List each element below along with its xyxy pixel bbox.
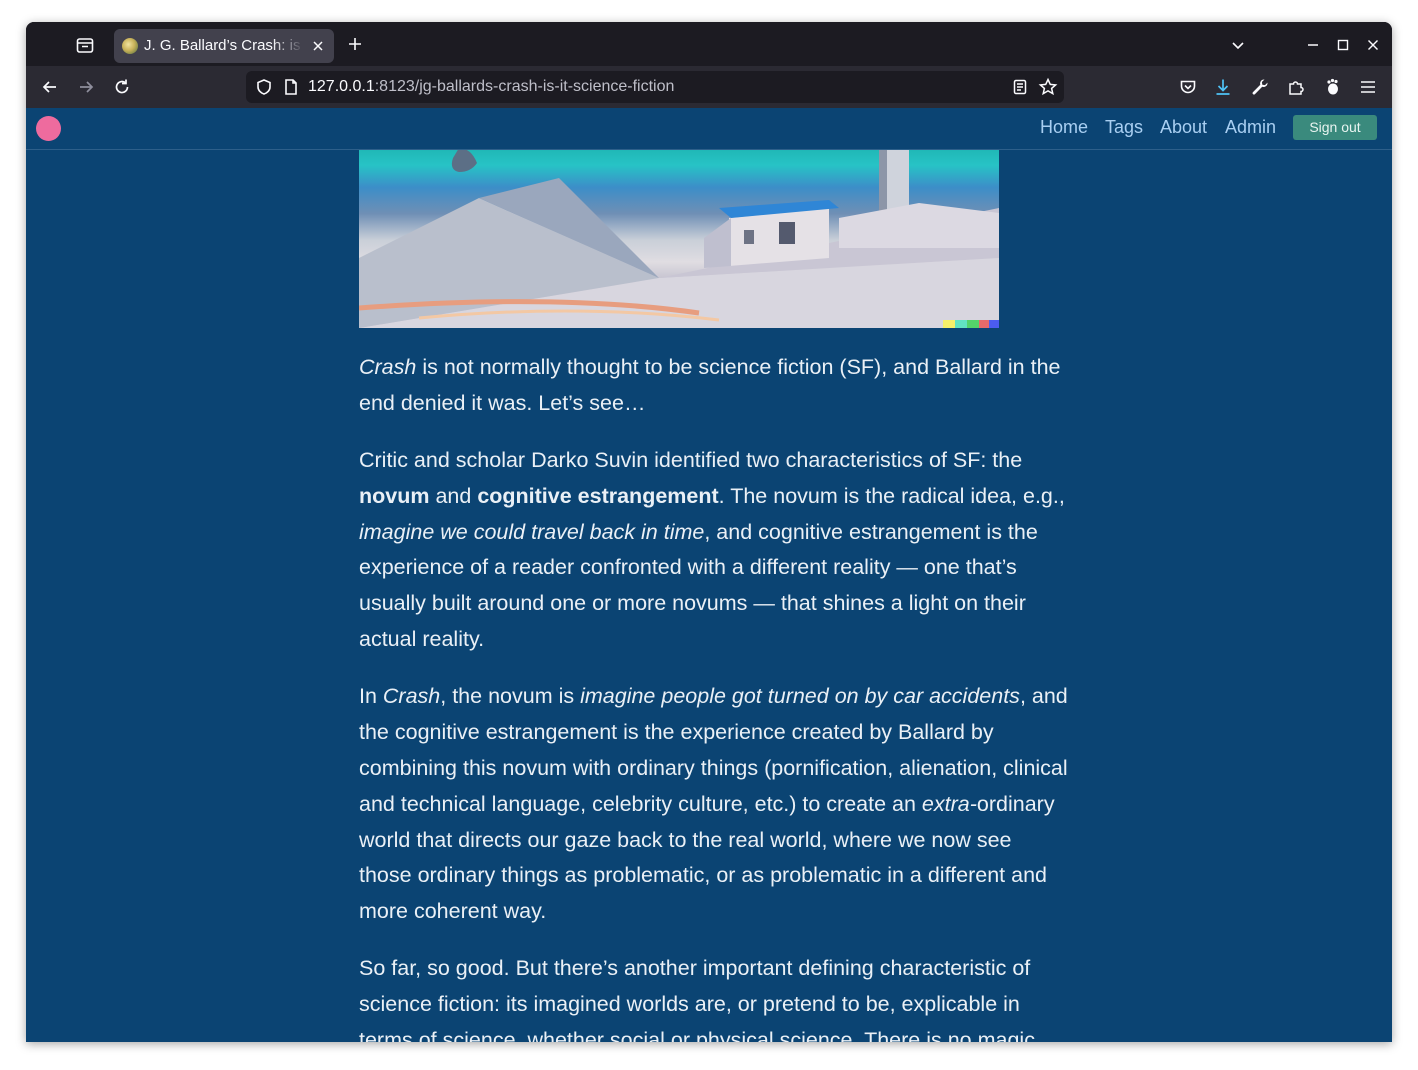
new-tab-icon[interactable] xyxy=(346,35,364,53)
paragraph-2: Critic and scholar Darko Suvin identifie… xyxy=(359,443,1069,658)
pocket-icon[interactable] xyxy=(1178,77,1198,97)
text: So far, so good. But there’s another imp… xyxy=(359,956,1035,1042)
gnome-foot-icon[interactable] xyxy=(1322,77,1342,97)
book-title: Crash xyxy=(359,355,417,379)
site-logo[interactable] xyxy=(36,116,61,141)
back-arrow-icon[interactable] xyxy=(40,77,60,97)
text: is not normally thought to be science fi… xyxy=(359,355,1061,415)
download-icon[interactable] xyxy=(1213,77,1233,97)
text: In xyxy=(359,684,383,709)
nav-home-link[interactable]: Home xyxy=(1040,117,1088,138)
sign-out-button[interactable]: Sign out xyxy=(1293,115,1377,140)
site-header: Home Tags About Admin Sign out xyxy=(26,108,1392,150)
navigation-toolbar: 127.0.0.1:8123/jg-ballards-crash-is-it-s… xyxy=(26,66,1392,108)
text: Critic and scholar Darko Suvin identifie… xyxy=(359,448,1023,473)
nav-tags-link[interactable]: Tags xyxy=(1105,117,1143,138)
text: , the novum is xyxy=(440,684,581,709)
maximize-icon[interactable] xyxy=(1336,37,1350,51)
nav-admin-link[interactable]: Admin xyxy=(1225,117,1276,138)
emphasis: imagine we could travel back in time xyxy=(359,519,705,544)
page-icon[interactable] xyxy=(281,77,301,97)
paragraph-1: Crash is not normally thought to be scie… xyxy=(359,350,1069,422)
url-text[interactable]: 127.0.0.1:8123/jg-ballards-crash-is-it-s… xyxy=(308,78,674,96)
url-host: 127.0.0.1 xyxy=(308,78,375,95)
text: and xyxy=(429,483,478,508)
forward-arrow-icon[interactable] xyxy=(76,77,96,97)
emphasis: imagine people got turned on by car acci… xyxy=(580,684,1020,709)
term-novum: novum xyxy=(359,483,430,508)
active-tab[interactable]: J. G. Ballard’s Crash: is it science fic… xyxy=(114,29,334,63)
paragraph-4: So far, so good. But there’s another imp… xyxy=(359,951,1069,1042)
chevron-down-icon[interactable] xyxy=(1230,37,1246,53)
close-window-icon[interactable] xyxy=(1366,37,1380,51)
address-bar[interactable]: 127.0.0.1:8123/jg-ballards-crash-is-it-s… xyxy=(246,71,1064,103)
emphasis: extra- xyxy=(921,791,977,816)
wrench-icon[interactable] xyxy=(1250,77,1270,97)
site-favicon-icon xyxy=(122,38,138,54)
page-viewport: Home Tags About Admin Sign out Crash is … xyxy=(26,108,1392,1042)
tab-title: J. G. Ballard’s Crash: is it science fic… xyxy=(144,37,304,54)
close-tab-icon[interactable] xyxy=(310,38,326,54)
reader-view-icon[interactable] xyxy=(1010,77,1030,97)
bookmark-star-icon[interactable] xyxy=(1038,77,1058,97)
article-body: Crash is not normally thought to be scie… xyxy=(359,350,1069,1042)
extensions-puzzle-icon[interactable] xyxy=(1286,77,1306,97)
reload-icon[interactable] xyxy=(112,77,132,97)
url-path: :8123/jg-ballards-crash-is-it-science-fi… xyxy=(374,78,675,95)
tab-strip: J. G. Ballard’s Crash: is it science fic… xyxy=(26,22,1392,66)
tab-list-icon[interactable] xyxy=(74,34,96,56)
term-cognitive-estrangement: cognitive estrangement xyxy=(477,483,719,508)
text: . The novum is the radical idea, e.g., xyxy=(718,483,1065,508)
shield-icon[interactable] xyxy=(254,77,274,97)
nav-about-link[interactable]: About xyxy=(1160,117,1207,138)
paragraph-3: In Crash, the novum is imagine people go… xyxy=(359,679,1069,930)
hamburger-menu-icon[interactable] xyxy=(1358,77,1378,97)
minimize-icon[interactable] xyxy=(1306,37,1320,51)
browser-window: J. G. Ballard’s Crash: is it science fic… xyxy=(26,22,1392,1042)
book-title: Crash xyxy=(382,684,441,709)
